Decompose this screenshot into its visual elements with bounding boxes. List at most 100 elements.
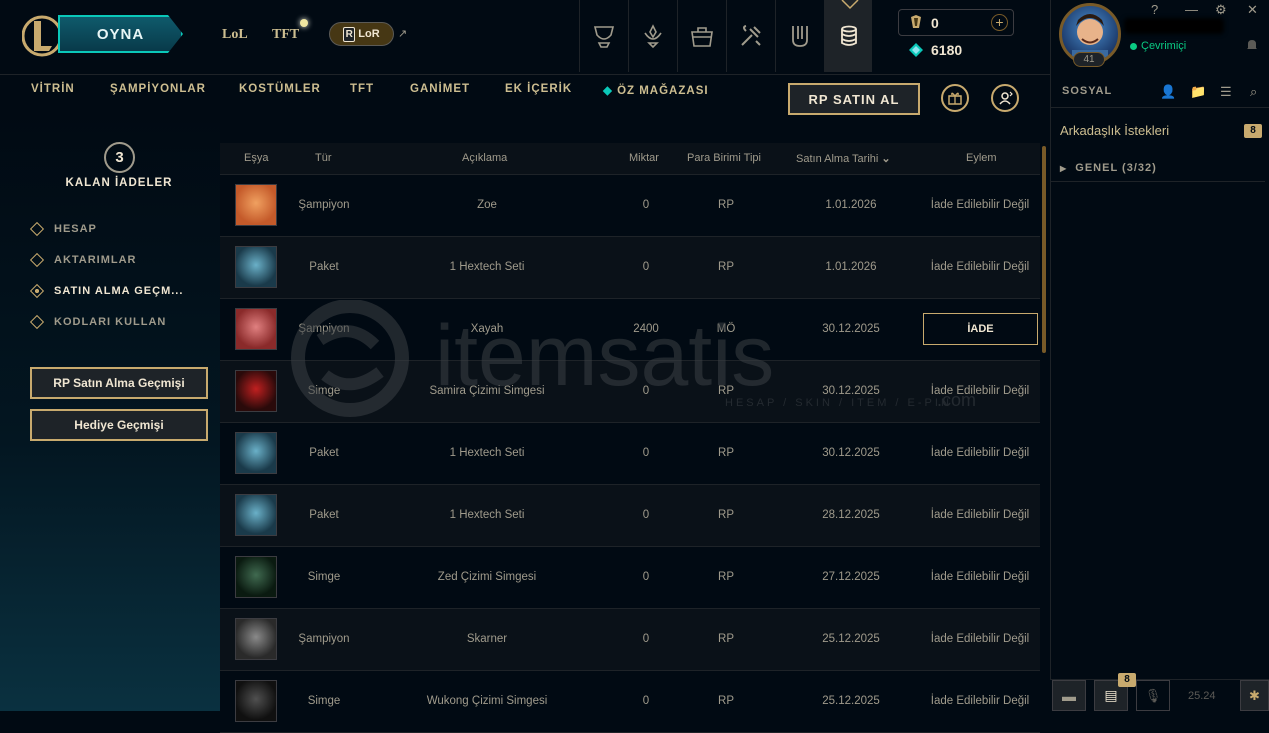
row-amount: 2400 xyxy=(633,323,659,335)
table-row: Paket 1 Hextech Seti 0 RP 1.01.2026 İade Edil… xyxy=(220,237,1040,299)
row-date: 27.12.2025 xyxy=(822,571,880,583)
row-action: İade Edilebilir Değil xyxy=(930,633,1030,645)
settings-icon[interactable]: ⚙ xyxy=(1215,2,1227,18)
refunds-label: KALAN İADELER xyxy=(65,177,173,189)
diamond-icon xyxy=(29,314,45,330)
row-amount: 0 xyxy=(642,633,650,645)
subnav-skins[interactable]: KOSTÜMLER xyxy=(239,83,321,95)
row-description: Xayah xyxy=(470,323,504,335)
row-type: Şampiyon xyxy=(298,323,350,335)
subnav-special-store[interactable]: ◆ ÖZ MAĞAZASI xyxy=(603,83,709,97)
row-amount: 0 xyxy=(642,509,650,521)
caret-right-icon: ▶ xyxy=(1060,164,1068,173)
lor-icon: R xyxy=(343,26,356,42)
level-badge: 41 xyxy=(1073,52,1105,67)
row-currency: RP xyxy=(718,571,734,583)
sidebar-item-transfers[interactable]: AKTARIMLAR xyxy=(29,252,137,268)
row-currency: RP xyxy=(718,695,734,707)
sidebar-item-account[interactable]: HESAP xyxy=(29,221,97,237)
sidebar-item-purchase-history[interactable]: SATIN ALMA GEÇM... xyxy=(29,283,183,299)
row-currency: RP xyxy=(718,261,734,273)
add-rp-button[interactable]: + xyxy=(991,14,1008,31)
row-amount: 0 xyxy=(642,199,650,211)
social-title: SOSYAL xyxy=(1062,85,1113,97)
item-thumbnail xyxy=(235,556,277,598)
row-date: 1.01.2026 xyxy=(825,199,877,211)
refund-button[interactable]: İADE xyxy=(923,313,1038,345)
subnav-champions[interactable]: ŞAMPİYONLAR xyxy=(110,83,206,95)
table-row: Şampiyon Zoe 0 RP 1.01.2026 İade Edilebilir D… xyxy=(220,175,1040,237)
row-description: Skarner xyxy=(466,633,508,645)
tab-lol[interactable]: LoL xyxy=(222,27,248,43)
row-action: İade Edilebilir Değil xyxy=(930,199,1030,211)
account-refresh-button[interactable] xyxy=(991,84,1019,112)
collection-icon[interactable] xyxy=(677,0,725,72)
league-logo[interactable] xyxy=(22,13,62,59)
row-description: Wukong Çizimi Simgesi xyxy=(426,695,548,707)
gift-button[interactable] xyxy=(941,84,969,112)
diamond-icon xyxy=(29,252,45,268)
clash-icon[interactable] xyxy=(775,0,823,72)
add-friend-icon[interactable]: 👤 xyxy=(1160,84,1176,100)
close-icon[interactable]: ✕ xyxy=(1247,2,1258,18)
lor-launcher-button[interactable]: R LoR xyxy=(329,22,394,46)
diamond-icon xyxy=(29,283,45,299)
subnav-extras[interactable]: EK İÇERİK xyxy=(505,83,572,95)
row-action: İade Edilebilir Değil xyxy=(930,261,1030,273)
row-date: 28.12.2025 xyxy=(822,509,880,521)
rp-balance: 0 xyxy=(931,15,939,31)
voice-button[interactable]: 🎙 xyxy=(1136,680,1170,711)
report-bug-button[interactable]: ✱ xyxy=(1240,680,1269,711)
row-description: 1 Hextech Seti xyxy=(449,261,525,273)
rp-purchase-history-button[interactable]: RP Satın Alma Geçmişi xyxy=(30,367,208,399)
tab-tft[interactable]: TFT xyxy=(272,27,299,43)
add-folder-icon[interactable]: 📁 xyxy=(1190,84,1206,100)
mic-icon: 🎙 xyxy=(1144,687,1162,703)
subnav-tft[interactable]: TFT xyxy=(350,83,374,95)
friend-group-general[interactable]: ▶ GENEL (3/32) xyxy=(1060,162,1157,174)
help-icon[interactable]: ? xyxy=(1151,2,1158,17)
account-icon xyxy=(999,91,1013,105)
col-date[interactable]: Satın Alma Tarihi ⌄ xyxy=(796,152,891,165)
gift-history-button[interactable]: Hediye Geçmişi xyxy=(30,409,208,441)
minimize-icon[interactable]: — xyxy=(1185,2,1198,17)
crafting-icon[interactable] xyxy=(726,0,774,72)
col-amount: Miktar xyxy=(629,152,659,164)
chat-icon: ▬ xyxy=(1062,687,1076,704)
table-scrollbar[interactable] xyxy=(1042,146,1046,353)
online-status[interactable]: Çevrimiçi xyxy=(1130,40,1186,52)
blue-essence-icon xyxy=(909,43,923,57)
trophy-icon[interactable] xyxy=(579,0,627,72)
row-type: Şampiyon xyxy=(298,633,350,645)
row-date: 1.01.2026 xyxy=(825,261,877,273)
friend-requests-link[interactable]: Arkadaşlık İstekleri xyxy=(1060,123,1169,138)
diamond-icon xyxy=(29,221,45,237)
summoner-name-redacted xyxy=(1124,18,1224,34)
tft-notification-dot xyxy=(300,19,308,27)
table-row: Paket 1 Hextech Seti 0 RP 30.12.2025 İade Edi… xyxy=(220,423,1040,485)
bell-icon[interactable] xyxy=(1245,38,1259,52)
subnav-loot[interactable]: GANİMET xyxy=(410,83,470,95)
row-date: 30.12.2025 xyxy=(822,385,880,397)
chat-button[interactable]: ▬ xyxy=(1052,680,1086,711)
store-icon[interactable] xyxy=(824,0,872,72)
row-amount: 0 xyxy=(642,571,650,583)
row-amount: 0 xyxy=(642,447,650,459)
active-tab-indicator xyxy=(841,0,859,10)
subnav-vitrin[interactable]: VİTRİN xyxy=(31,83,75,95)
row-currency: MÖ xyxy=(716,323,736,335)
list-view-icon[interactable]: ☰ xyxy=(1220,84,1232,100)
row-date: 25.12.2025 xyxy=(822,633,880,645)
row-description: 1 Hextech Seti xyxy=(449,509,525,521)
buy-rp-button[interactable]: RP SATIN AL xyxy=(788,83,920,115)
sidebar-item-redeem-codes[interactable]: KODLARI KULLAN xyxy=(29,314,166,330)
client-version: 25.24 xyxy=(1188,690,1216,702)
external-link-icon: ↗ xyxy=(398,28,408,40)
row-currency: RP xyxy=(718,385,734,397)
play-button[interactable]: OYNA xyxy=(58,15,183,53)
special-store-icon: ◆ xyxy=(603,85,613,97)
row-type: Simge xyxy=(307,385,341,397)
row-type: Paket xyxy=(309,261,339,273)
champion-icon[interactable] xyxy=(628,0,676,72)
search-icon[interactable]: ⌕ xyxy=(1250,84,1257,100)
